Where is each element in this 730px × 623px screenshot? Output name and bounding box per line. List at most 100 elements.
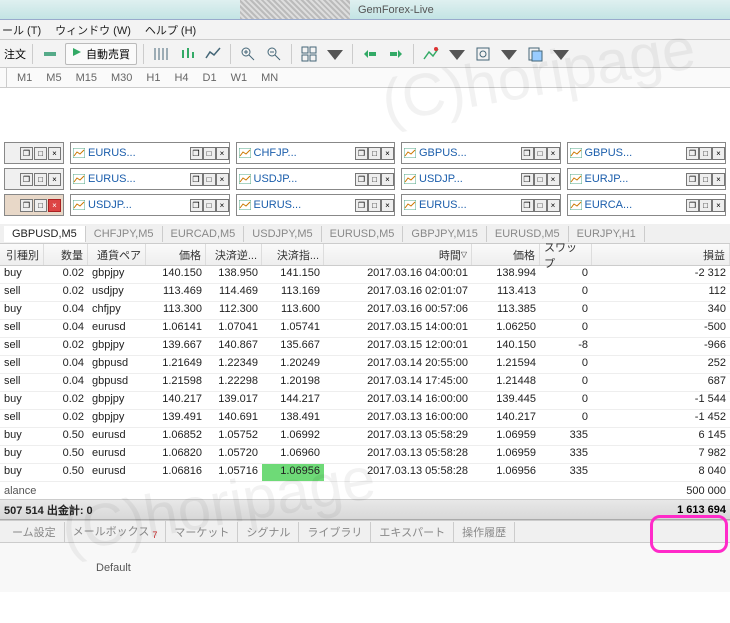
mdi-window[interactable]: USDJP...❐□× — [70, 194, 230, 216]
close-icon[interactable]: × — [216, 199, 229, 212]
maximize-icon[interactable]: □ — [203, 173, 216, 186]
dropdown-icon[interactable] — [446, 43, 468, 65]
column-header[interactable]: 通貨ペア — [88, 244, 146, 265]
tf-h4[interactable]: H4 — [168, 70, 194, 86]
shift-icon[interactable] — [385, 43, 407, 65]
tf-m30[interactable]: M30 — [105, 70, 138, 86]
column-header[interactable]: 数量 — [44, 244, 88, 265]
maximize-icon[interactable]: □ — [203, 199, 216, 212]
maximize-icon[interactable]: □ — [368, 173, 381, 186]
column-header[interactable]: 価格 — [472, 244, 540, 265]
tf-m5[interactable]: M5 — [40, 70, 67, 86]
tile-icon[interactable] — [298, 43, 320, 65]
maximize-icon[interactable]: □ — [699, 147, 712, 160]
mdi-window[interactable]: CHFJP...❐□× — [236, 142, 396, 164]
tf-m15[interactable]: M15 — [70, 70, 103, 86]
tf-mn[interactable]: MN — [255, 70, 284, 86]
restore-icon[interactable]: ❐ — [190, 147, 203, 160]
period-icon[interactable] — [472, 43, 494, 65]
restore-icon[interactable]: ❐ — [190, 173, 203, 186]
close-icon[interactable]: × — [48, 199, 61, 212]
mdi-window[interactable]: EURCA...❐□× — [567, 194, 727, 216]
close-icon[interactable]: × — [48, 173, 61, 186]
chart-tab[interactable]: GBPJPY,M15 — [403, 226, 486, 242]
tf-m1[interactable]: M1 — [11, 70, 38, 86]
table-row[interactable]: sell0.02usdjpy113.469114.469113.1692017.… — [0, 284, 730, 302]
maximize-icon[interactable]: □ — [34, 147, 47, 160]
close-icon[interactable]: × — [216, 173, 229, 186]
close-icon[interactable]: × — [712, 199, 725, 212]
close-icon[interactable]: × — [381, 199, 394, 212]
maximize-icon[interactable]: □ — [203, 147, 216, 160]
chart-tab[interactable]: EURCAD,M5 — [163, 226, 245, 242]
maximize-icon[interactable]: □ — [534, 173, 547, 186]
bottom-tab[interactable]: 操作履歴 — [454, 522, 515, 542]
dropdown-icon[interactable] — [324, 43, 346, 65]
table-row[interactable]: buy0.50eurusd1.068201.057201.069602017.0… — [0, 446, 730, 464]
restore-icon[interactable]: ❐ — [686, 147, 699, 160]
scroll-icon[interactable] — [359, 43, 381, 65]
bottom-tab[interactable]: ライブラリ — [299, 522, 371, 542]
table-row[interactable]: sell0.02gbpjpy139.667140.867135.6672017.… — [0, 338, 730, 356]
close-icon[interactable]: × — [381, 147, 394, 160]
table-row[interactable]: sell0.04eurusd1.061411.070411.057412017.… — [0, 320, 730, 338]
close-icon[interactable]: × — [547, 199, 560, 212]
zoom-in-icon[interactable] — [237, 43, 259, 65]
column-header[interactable]: 時間 ▽ — [324, 244, 472, 265]
chart-candles-icon[interactable] — [176, 43, 198, 65]
restore-icon[interactable]: ❐ — [355, 199, 368, 212]
bottom-tab[interactable]: メールボックス 7 — [65, 521, 167, 542]
indicator-icon[interactable] — [420, 43, 442, 65]
restore-icon[interactable]: ❐ — [521, 147, 534, 160]
close-icon[interactable]: × — [216, 147, 229, 160]
column-header[interactable]: スワップ — [540, 244, 592, 265]
close-icon[interactable]: × — [547, 173, 560, 186]
table-row[interactable]: buy0.02gbpjpy140.150138.950141.1502017.0… — [0, 266, 730, 284]
mdi-window[interactable]: GBPUS...❐□× — [567, 142, 727, 164]
table-row[interactable]: sell0.02gbpjpy139.491140.691138.4912017.… — [0, 410, 730, 428]
table-row[interactable]: buy0.04chfjpy113.300112.300113.6002017.0… — [0, 302, 730, 320]
close-icon[interactable]: × — [547, 147, 560, 160]
maximize-icon[interactable]: □ — [534, 199, 547, 212]
restore-icon[interactable]: ❐ — [20, 147, 33, 160]
table-row[interactable]: buy0.50eurusd1.068161.057161.069562017.0… — [0, 464, 730, 482]
restore-icon[interactable]: ❐ — [20, 199, 33, 212]
mdi-window[interactable]: USDJP...❐□× — [401, 168, 561, 190]
chart-tab[interactable]: EURUSD,M5 — [322, 226, 404, 242]
column-header[interactable]: 価格 — [146, 244, 206, 265]
maximize-icon[interactable]: □ — [368, 199, 381, 212]
tf-h1[interactable]: H1 — [140, 70, 166, 86]
column-header[interactable]: 決済指... — [262, 244, 324, 265]
dropdown-icon[interactable] — [498, 43, 520, 65]
restore-icon[interactable]: ❐ — [686, 199, 699, 212]
dropdown-icon[interactable] — [550, 43, 572, 65]
bottom-tab[interactable]: ーム設定 — [4, 522, 65, 542]
table-row[interactable]: buy0.02gbpjpy140.217139.017144.2172017.0… — [0, 392, 730, 410]
bottom-tab[interactable]: マーケット — [166, 522, 238, 542]
restore-icon[interactable]: ❐ — [355, 173, 368, 186]
chart-tab[interactable]: CHFJPY,M5 — [86, 226, 163, 242]
chart-tab[interactable]: GBPUSD,M5 — [4, 226, 86, 242]
column-header[interactable]: 決済逆... — [206, 244, 262, 265]
column-header[interactable]: 損益 — [592, 244, 730, 265]
tf-w1[interactable]: W1 — [225, 70, 254, 86]
restore-icon[interactable]: ❐ — [521, 173, 534, 186]
mdi-window[interactable]: USDJP...❐□× — [236, 168, 396, 190]
maximize-icon[interactable]: □ — [34, 199, 47, 212]
bottom-tab[interactable]: エキスパート — [371, 522, 454, 542]
maximize-icon[interactable]: □ — [534, 147, 547, 160]
maximize-icon[interactable]: □ — [368, 147, 381, 160]
icon-button[interactable] — [39, 43, 61, 65]
chart-line-icon[interactable] — [202, 43, 224, 65]
mdi-stub[interactable]: ❐□× — [4, 168, 64, 190]
table-row[interactable]: sell0.04gbpusd1.215981.222981.201982017.… — [0, 374, 730, 392]
close-icon[interactable]: × — [381, 173, 394, 186]
maximize-icon[interactable]: □ — [699, 173, 712, 186]
close-icon[interactable]: × — [712, 173, 725, 186]
table-row[interactable]: sell0.04gbpusd1.216491.223491.202492017.… — [0, 356, 730, 374]
close-icon[interactable]: × — [712, 147, 725, 160]
table-row[interactable]: buy0.50eurusd1.068521.057521.069922017.0… — [0, 428, 730, 446]
mdi-window[interactable]: EURJP...❐□× — [567, 168, 727, 190]
close-icon[interactable]: × — [48, 147, 61, 160]
mdi-stub[interactable]: ❐□× — [4, 194, 64, 216]
